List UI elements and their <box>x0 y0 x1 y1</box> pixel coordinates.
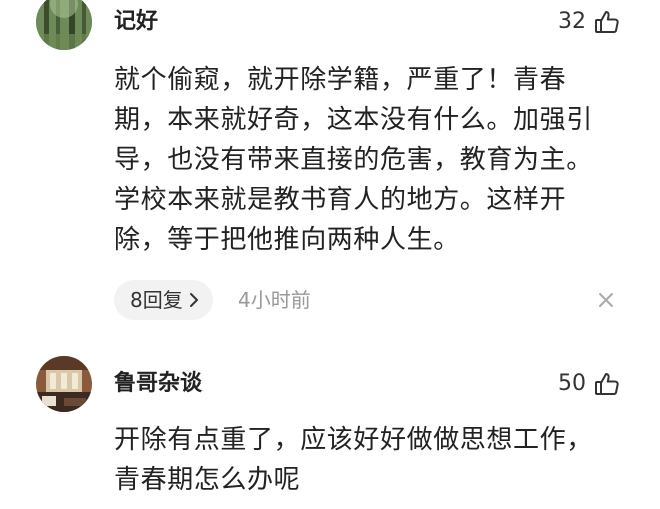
comment-text: 就个偷窥，就开除学籍，严重了！青春 期，本来就好奇，这本没有什么。加强引 导，也… <box>114 60 634 260</box>
replies-button[interactable]: 8回复 <box>114 280 213 320</box>
like-count: 50 <box>558 371 586 396</box>
avatar[interactable] <box>36 356 92 412</box>
comment-item: 鲁哥杂谈 50 开除有点重了，应该好好做做思想工作， 青春期怎么办呢 <box>0 340 660 509</box>
avatar[interactable] <box>36 0 92 50</box>
thumbs-up-icon[interactable] <box>594 9 620 35</box>
like-count: 32 <box>558 9 586 34</box>
thumbs-up-icon[interactable] <box>594 371 620 397</box>
username[interactable]: 鲁哥杂谈 <box>114 370 202 398</box>
comment-text-line: 学校本来就是教书育人的地方。这样开 <box>114 185 567 215</box>
room-avatar-icon <box>36 356 92 412</box>
forest-avatar-icon <box>36 0 92 50</box>
chevron-right-icon <box>189 292 199 308</box>
close-icon[interactable] <box>598 292 614 308</box>
username[interactable]: 记好 <box>114 8 158 36</box>
comment-time: 4小时前 <box>238 288 311 312</box>
comment-text: 开除有点重了，应该好好做做思想工作， 青春期怎么办呢 <box>114 420 634 500</box>
comment-text-line: 除，等于把他推向两种人生。 <box>114 225 460 255</box>
like-button[interactable]: 32 <box>558 8 620 36</box>
comment-text-line: 期，本来就好奇，这本没有什么。加强引 <box>114 105 593 135</box>
comment-item: 记好 32 就个偷窥，就开除学籍，严重了！青春 期，本来就好奇，这本没有什么。加… <box>0 0 660 340</box>
comment-text-line: 就个偷窥，就开除学籍，严重了！青春 <box>114 65 567 95</box>
comment-text-line: 青春期怎么办呢 <box>114 465 301 495</box>
comment-text-line: 开除有点重了，应该好好做做思想工作， <box>114 425 593 455</box>
like-button[interactable]: 50 <box>558 370 620 398</box>
replies-label: 8回复 <box>130 288 183 312</box>
comment-text-line: 导，也没有带来直接的危害，教育为主。 <box>114 145 593 175</box>
